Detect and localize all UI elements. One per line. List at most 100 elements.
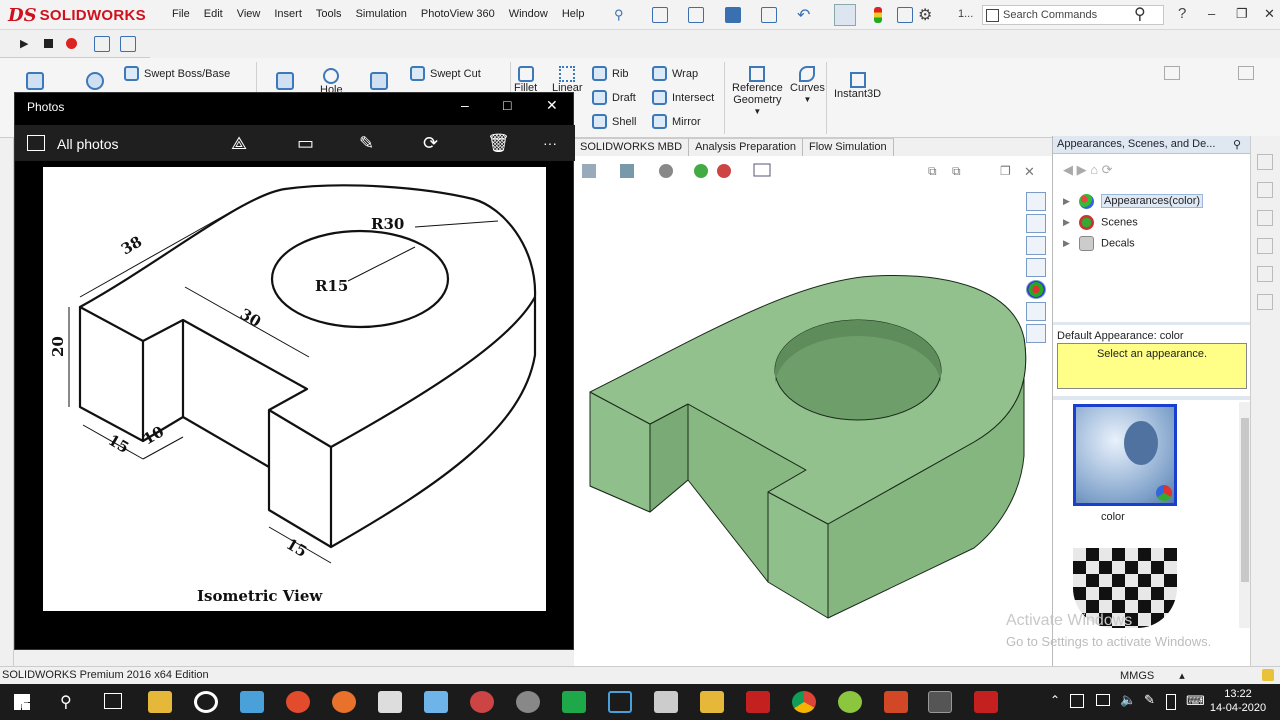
task-view-icon[interactable] bbox=[104, 693, 122, 709]
task-pane-nav-icons[interactable]: ◀ ▶ ⌂ ⟳ bbox=[1063, 162, 1113, 178]
share-icon[interactable]: ⟁ bbox=[231, 133, 247, 153]
file-explorer-icon[interactable] bbox=[1026, 236, 1046, 255]
folder-taskbar-icon[interactable] bbox=[700, 691, 724, 713]
menu-help[interactable]: Help bbox=[562, 8, 585, 20]
tree-item-scenes[interactable]: ▶ Scenes bbox=[1063, 215, 1138, 230]
media-taskbar-icon[interactable] bbox=[194, 691, 218, 713]
tree-item-appearances[interactable]: ▶ Appearances(color) bbox=[1063, 194, 1204, 209]
store-taskbar-icon[interactable] bbox=[240, 691, 264, 713]
menu-tools[interactable]: Tools bbox=[316, 8, 342, 20]
chrome-taskbar-icon[interactable] bbox=[792, 691, 816, 713]
view-orientation-icon[interactable] bbox=[659, 164, 673, 178]
file-explorer-taskbar-icon[interactable] bbox=[148, 691, 172, 713]
browser-taskbar-icon[interactable] bbox=[838, 691, 862, 713]
appearances-tab-icon[interactable] bbox=[1026, 280, 1046, 299]
graphics-area[interactable]: ⧉ ⧉ ❐ ✕ bbox=[574, 156, 1052, 666]
feature-manager-edge[interactable] bbox=[0, 138, 14, 666]
wrap-button[interactable]: Wrap bbox=[652, 66, 698, 81]
strip-tool-icon[interactable] bbox=[1257, 238, 1273, 254]
powerpoint-taskbar-icon[interactable] bbox=[884, 691, 908, 713]
solidworks2-taskbar-icon[interactable] bbox=[974, 691, 998, 713]
more-toolbar-icon[interactable]: 1... bbox=[958, 8, 973, 20]
save-icon[interactable] bbox=[725, 7, 741, 23]
stop-icon[interactable] bbox=[44, 39, 53, 48]
firefox-taskbar-icon[interactable] bbox=[332, 691, 356, 713]
menu-view[interactable]: View bbox=[237, 8, 261, 20]
macro-new-icon[interactable] bbox=[120, 36, 136, 52]
graphics-close-icon[interactable]: ✕ bbox=[1024, 164, 1035, 179]
record-icon[interactable] bbox=[66, 38, 77, 49]
scrollbar-thumb[interactable] bbox=[1241, 418, 1249, 582]
intersect-button[interactable]: Intersect bbox=[652, 90, 714, 105]
display-settings-icon[interactable] bbox=[753, 163, 771, 177]
new-document-icon[interactable] bbox=[652, 7, 668, 23]
photos-maximize-icon[interactable]: □ bbox=[503, 97, 511, 113]
macro-edit-icon[interactable] bbox=[94, 36, 110, 52]
graphics-split-icon[interactable]: ⧉ bbox=[952, 164, 961, 178]
photos-close-icon[interactable]: ✕ bbox=[546, 97, 558, 114]
battery-icon[interactable] bbox=[1166, 694, 1176, 710]
revolved-cut-icon[interactable] bbox=[370, 72, 388, 90]
draft-button[interactable]: Draft bbox=[592, 90, 636, 105]
capture-taskbar-icon[interactable] bbox=[608, 691, 632, 713]
pin-icon[interactable]: ⚲ bbox=[1233, 138, 1247, 151]
pane-splitter[interactable] bbox=[1053, 396, 1251, 400]
layout-icon[interactable] bbox=[1164, 66, 1180, 80]
pen-tray-icon[interactable]: ✎ bbox=[1144, 692, 1155, 708]
settings-taskbar-icon[interactable] bbox=[516, 691, 540, 713]
tray-app-icon[interactable] bbox=[1070, 694, 1084, 708]
camera-taskbar-icon[interactable] bbox=[654, 691, 678, 713]
system-clock[interactable]: 13:22 14-04-2020 bbox=[1206, 687, 1270, 715]
file-properties-icon[interactable] bbox=[897, 7, 913, 23]
menu-file[interactable]: File bbox=[172, 8, 190, 20]
print-icon[interactable] bbox=[761, 7, 777, 23]
rotate-icon[interactable]: ⟳ bbox=[423, 133, 438, 153]
tray-expand-icon[interactable]: ⌃ bbox=[1050, 693, 1060, 707]
view-palette-icon[interactable] bbox=[1026, 258, 1046, 277]
swept-boss-button[interactable]: Swept Boss/Base bbox=[124, 66, 230, 81]
strip-tool-icon[interactable] bbox=[1257, 182, 1273, 198]
fillet-button[interactable]: Fillet bbox=[514, 66, 537, 94]
custom-properties-icon[interactable] bbox=[1026, 302, 1046, 321]
photos-minimize-icon[interactable]: – bbox=[461, 97, 469, 113]
units-selector[interactable]: MMGS ▴ bbox=[1120, 669, 1185, 682]
appearance-swatch-color[interactable] bbox=[1073, 404, 1177, 506]
restore-icon[interactable]: ❐ bbox=[1236, 6, 1248, 22]
menu-simulation[interactable]: Simulation bbox=[356, 8, 407, 20]
solidworks-logo[interactable]: DS SOLIDWORKS bbox=[8, 4, 146, 26]
extrude-boss-icon[interactable] bbox=[26, 72, 44, 90]
forum-icon[interactable] bbox=[1026, 324, 1046, 343]
search-taskbar-icon[interactable]: ⚲ bbox=[60, 692, 72, 712]
search-icon[interactable]: ⚲ bbox=[1134, 4, 1146, 24]
delete-icon[interactable]: 🗑 bbox=[487, 133, 510, 153]
expand-arrow-icon[interactable]: ▶ bbox=[1063, 217, 1070, 227]
tab-analysis-preparation[interactable]: Analysis Preparation bbox=[689, 138, 803, 156]
help-icon[interactable]: ? bbox=[1178, 5, 1186, 22]
design-library-icon[interactable] bbox=[1026, 214, 1046, 233]
menu-edit[interactable]: Edit bbox=[204, 8, 223, 20]
swept-cut-button[interactable]: Swept Cut bbox=[410, 66, 481, 81]
select-cursor-icon[interactable] bbox=[834, 4, 856, 26]
linear-pattern-button[interactable]: Linear bbox=[552, 66, 583, 94]
strip-tool-icon[interactable] bbox=[1257, 294, 1273, 310]
edit-pen-icon[interactable]: ✎ bbox=[359, 133, 374, 153]
calculator-taskbar-icon[interactable] bbox=[378, 691, 402, 713]
notification-icon[interactable] bbox=[1262, 669, 1274, 681]
graphics-restore-icon[interactable]: ❐ bbox=[1000, 164, 1011, 178]
close-icon[interactable]: ✕ bbox=[1264, 6, 1275, 22]
expand-arrow-icon[interactable]: ▶ bbox=[1063, 196, 1070, 206]
strip-tool-icon[interactable] bbox=[1257, 266, 1273, 282]
undo-icon[interactable]: ↶ bbox=[797, 5, 810, 25]
more-options-icon[interactable]: ··· bbox=[543, 133, 557, 153]
tab-flow-simulation[interactable]: Flow Simulation bbox=[802, 138, 894, 156]
p-app-taskbar-icon[interactable] bbox=[286, 691, 310, 713]
panel-icon[interactable] bbox=[1238, 66, 1254, 80]
mirror-button[interactable]: Mirror bbox=[652, 114, 701, 129]
pane-splitter[interactable] bbox=[1053, 322, 1251, 325]
play-icon[interactable]: ▶ bbox=[20, 37, 28, 50]
image-icon[interactable] bbox=[27, 135, 45, 151]
section-view-icon[interactable] bbox=[620, 164, 634, 178]
strip-tool-icon[interactable] bbox=[1257, 210, 1273, 226]
solidworks-taskbar-icon[interactable] bbox=[746, 691, 770, 713]
green-app-taskbar-icon[interactable] bbox=[562, 691, 586, 713]
